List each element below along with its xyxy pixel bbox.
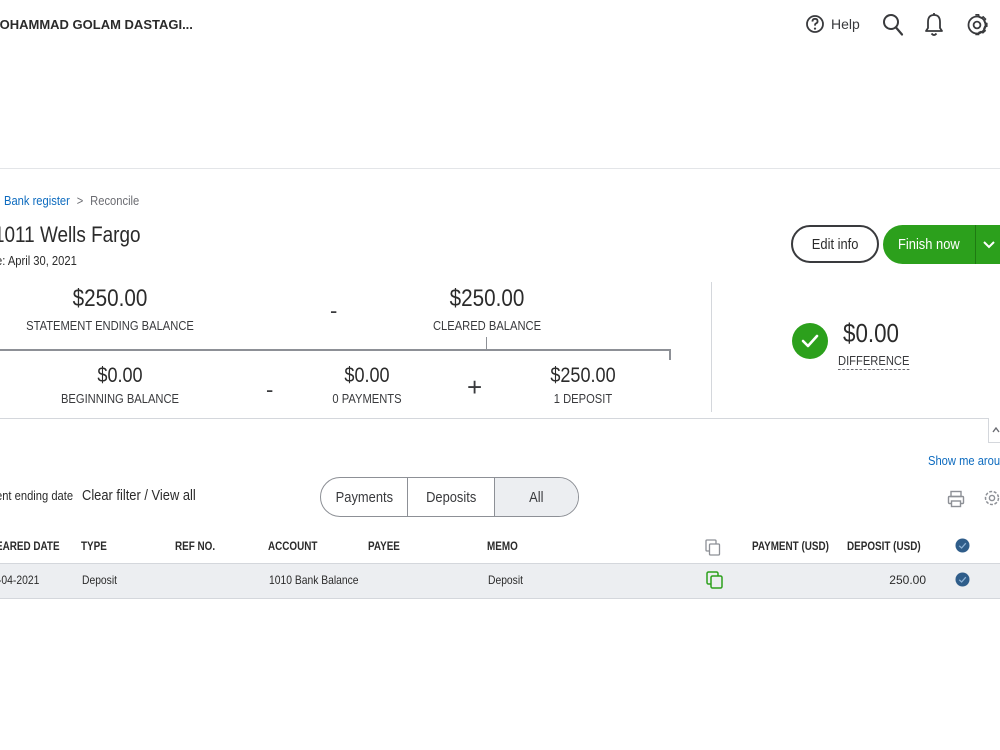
edit-info-label: Edit info <box>811 235 859 253</box>
beginning-balance-label: BEGINNING BALANCE <box>60 391 180 406</box>
tab-payments[interactable]: Payments <box>321 478 408 516</box>
company-name[interactable]: IOHAMMAD GOLAM DASTAGI... <box>0 17 193 32</box>
column-header-payment[interactable]: PAYMENT (USD) <box>752 541 829 553</box>
help-circle-icon <box>806 15 824 33</box>
tab-all[interactable]: All <box>495 478 578 516</box>
summary-tick <box>486 337 487 349</box>
column-header-cleared-date[interactable]: EARED DATE <box>0 541 60 553</box>
checkmark-icon <box>801 334 819 348</box>
difference-amount: $0.00 <box>843 318 899 348</box>
table-settings-gear-icon[interactable] <box>983 489 1000 507</box>
edit-info-button[interactable]: Edit info <box>791 225 879 263</box>
statement-ending-date: e: April 30, 2021 <box>0 253 77 268</box>
finish-now-button[interactable]: Finish now <box>883 225 975 264</box>
column-header-account[interactable]: ACCOUNT <box>268 541 317 553</box>
breadcrumb: Bank register > Reconcile <box>4 193 139 208</box>
summary-line <box>0 349 671 351</box>
summary-bottom-divider <box>0 418 1000 419</box>
collapse-summary-toggle[interactable] <box>988 418 1000 443</box>
chevron-down-icon <box>983 240 995 248</box>
cleared-balance-amount: $250.00 <box>449 285 525 312</box>
cleared-checkbox-icon[interactable] <box>955 572 970 587</box>
print-icon[interactable] <box>947 490 965 508</box>
help-label: Help <box>831 16 860 32</box>
finish-now-label: Finish now <box>898 236 960 253</box>
tab-payments-label: Payments <box>335 488 393 506</box>
show-me-around-link[interactable]: Show me arou <box>928 453 1000 468</box>
minus-operator: - <box>266 377 274 402</box>
clear-filter-link[interactable]: Clear filter / View all <box>82 487 196 504</box>
finish-options-dropdown[interactable] <box>976 225 1000 264</box>
transaction-type-toggle: Payments Deposits All <box>320 477 579 517</box>
difference-label[interactable]: DIFFERENCE <box>838 353 910 370</box>
gear-icon[interactable] <box>965 12 989 38</box>
copy-green-icon[interactable] <box>706 571 724 589</box>
beginning-balance-amount: $0.00 <box>97 364 143 387</box>
cleared-balance-label: CLEARED BALANCE <box>432 318 542 333</box>
cell-deposit: 250.00 <box>889 573 926 587</box>
summary-line-end <box>669 349 671 360</box>
finish-now-split-button: Finish now <box>883 225 1000 264</box>
cell-account: 1010 Bank Balance <box>269 573 359 587</box>
payments-amount: $0.00 <box>344 364 390 387</box>
payments-count-label: 0 PAYMENTS <box>332 391 402 406</box>
deposits-count-label: 1 DEPOSIT <box>553 391 613 406</box>
statement-ending-date-filter-label: ent ending date <box>0 488 74 503</box>
column-header-memo[interactable]: MEMO <box>487 541 518 553</box>
statement-ending-balance-label: STATEMENT ENDING BALANCE <box>26 318 194 333</box>
cell-type: Deposit <box>82 573 117 587</box>
tab-all-label: All <box>529 488 544 506</box>
column-header-ref-no[interactable]: REF NO. <box>175 541 215 553</box>
copy-column-icon[interactable] <box>705 539 721 557</box>
breadcrumb-current: Reconcile <box>90 193 140 208</box>
tab-deposits-label: Deposits <box>425 488 477 506</box>
column-header-deposit[interactable]: DEPOSIT (USD) <box>847 541 921 553</box>
column-header-type[interactable]: TYPE <box>81 541 107 553</box>
header-divider <box>0 168 1000 169</box>
chevron-up-icon <box>992 427 1000 433</box>
plus-operator: + <box>467 372 483 402</box>
account-title: 1011 Wells Fargo <box>0 222 141 247</box>
statement-ending-balance-amount: $250.00 <box>72 285 148 312</box>
deposits-amount: $250.00 <box>550 364 616 387</box>
search-icon[interactable] <box>882 13 904 37</box>
tab-deposits[interactable]: Deposits <box>408 478 495 516</box>
cell-memo: Deposit <box>488 573 523 587</box>
column-header-payee[interactable]: PAYEE <box>368 541 400 553</box>
select-all-cleared-icon[interactable] <box>955 538 970 553</box>
minus-operator: - <box>330 298 338 323</box>
difference-check-icon <box>792 323 828 359</box>
breadcrumb-bank-register-link[interactable]: Bank register <box>4 193 70 208</box>
help-button[interactable]: Help <box>805 13 860 35</box>
cell-cleared-date: -04-2021 <box>0 573 40 587</box>
summary-vertical-divider <box>711 282 712 412</box>
breadcrumb-separator: > <box>76 193 84 208</box>
bell-icon[interactable] <box>924 12 944 38</box>
